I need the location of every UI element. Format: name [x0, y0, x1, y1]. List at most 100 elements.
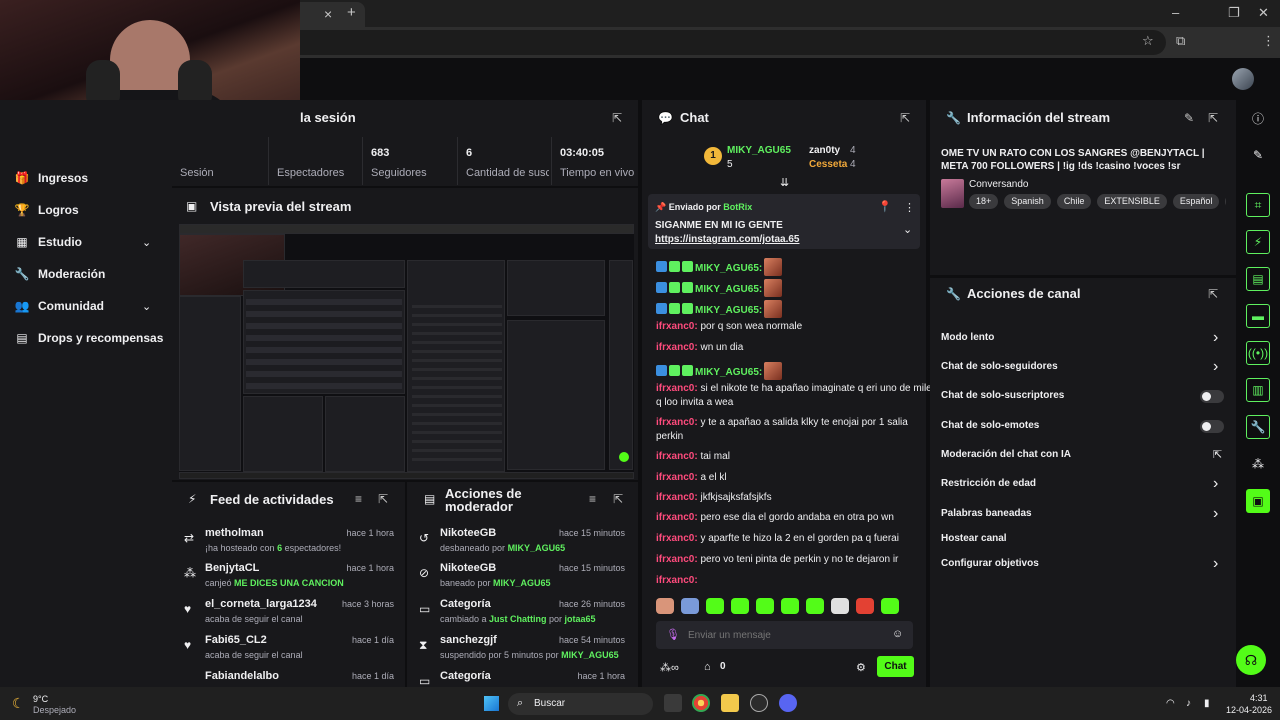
chat-input-box[interactable]: 🎙 ☺ [656, 621, 913, 649]
mod-action-item[interactable]: ▭ Categoría hace 26 minutos cambiado a J… [411, 598, 633, 632]
mod-action-item[interactable]: ▭ Categoría hace 1 hora [411, 670, 633, 686]
stream-tag[interactable]: Español [1172, 194, 1220, 209]
external-link-icon[interactable]: ⇱ [1213, 448, 1222, 461]
chat-username[interactable]: ifrxanc0: [656, 554, 698, 565]
popout-icon[interactable]: ⇱ [378, 492, 388, 506]
chat-message[interactable]: MIKY_AGU65: [656, 279, 783, 297]
wrench-icon[interactable]: 🔧 [1246, 415, 1270, 439]
sidebar-item-ingresos[interactable]: 🎁 Ingresos [14, 168, 89, 188]
stream-preview[interactable] [179, 224, 634, 479]
chat-username[interactable]: ifrxanc0: [656, 575, 698, 586]
volume-icon[interactable]: ♪ [1186, 698, 1191, 709]
chat-username[interactable]: ifrxanc0: [656, 492, 698, 503]
pinned-link[interactable]: https://instagram.com/jotaa.65 [655, 234, 799, 245]
clipboard-icon[interactable]: ▤ [1246, 267, 1270, 291]
chat-message[interactable]: ifrxanc0: y te a apañao a salida klky te… [656, 417, 908, 428]
channel-action-item[interactable]: Modo lento [941, 332, 994, 343]
chat-message[interactable]: MIKY_AGU65: [656, 362, 783, 380]
chat-message[interactable]: ifrxanc0: pero vo teni pinta de perkin y… [656, 554, 898, 565]
hype-icon[interactable]: ⁂∞ [660, 661, 679, 674]
chat-message[interactable]: ifrxanc0: pero ese dia el gordo andaba e… [656, 512, 894, 523]
popout-icon[interactable]: ⇱ [900, 111, 910, 125]
chevron-right-icon[interactable]: › [1213, 555, 1218, 573]
emote-picker-icon[interactable] [731, 598, 749, 614]
task-view-icon[interactable] [664, 694, 682, 712]
chat-message[interactable]: perkin [656, 431, 683, 442]
stream-tag[interactable]: EXTENSIBLE [1097, 194, 1167, 209]
chat-username[interactable]: MIKY_AGU65: [695, 263, 762, 274]
stream-tag[interactable]: 18+ [969, 194, 999, 209]
obs-icon[interactable] [750, 694, 768, 712]
channel-action-item[interactable]: Hostear canal [941, 533, 1007, 544]
chat-username[interactable]: MIKY_AGU65: [695, 284, 762, 295]
mod-action-item[interactable]: ↺ NikoteeGB hace 15 minutos desbaneado p… [411, 527, 633, 561]
emote-picker-icon[interactable] [831, 598, 849, 614]
chat-settings-icon[interactable]: ⚙ [856, 661, 866, 674]
battery-icon[interactable]: ▮ [1204, 698, 1210, 709]
stream-tag[interactable]: Chile [1056, 194, 1092, 209]
leaderboard-second-name[interactable]: zan0ty [809, 145, 840, 156]
edit-pencil-icon[interactable]: ✎ [1246, 143, 1270, 167]
popout-icon[interactable]: ⇱ [1208, 111, 1218, 125]
emote-picker-icon[interactable] [656, 598, 674, 614]
stream-tag[interactable]: c [1225, 194, 1226, 209]
chat-username[interactable]: ifrxanc0: [656, 472, 698, 483]
feed-item[interactable]: ⁂ BenjytaCL hace 1 hora canjeó ME DICES … [176, 562, 402, 596]
sidebar-item-logros[interactable]: 🏆 Logros [14, 200, 79, 220]
help-headset-icon[interactable]: ☊ [1236, 645, 1266, 675]
broadcast-icon[interactable]: ((•)) [1246, 341, 1270, 365]
feed-item[interactable]: ♥ Fabi65_CL2 hace 1 día acaba de seguir … [176, 634, 402, 668]
close-window-icon[interactable]: ✕ [1258, 5, 1269, 21]
emote-picker-icon[interactable] [681, 598, 699, 614]
chat-username[interactable]: ifrxanc0: [656, 342, 698, 353]
emote-picker-icon[interactable] [856, 598, 874, 614]
channel-action-item[interactable]: Chat de solo-emotes [941, 420, 1039, 431]
channel-action-item[interactable]: Chat de solo-seguidores [941, 361, 1058, 372]
emote-picker-icon[interactable] [781, 598, 799, 614]
extensions-icon[interactable]: ⧉ [1176, 33, 1185, 49]
crop-icon[interactable]: ⌗ [1246, 193, 1270, 217]
chevron-down-icon[interactable]: ⌄ [142, 300, 151, 313]
mod-action-item[interactable]: ⊘ NikoteeGB hace 15 minutos baneado por … [411, 562, 633, 596]
chat-message[interactable]: ifrxanc0: y aparfte te hizo la 2 en el g… [656, 533, 899, 544]
toggle-switch[interactable] [1200, 420, 1224, 433]
new-tab-icon[interactable]: + [347, 4, 356, 21]
chevron-down-icon[interactable]: ⌄ [903, 223, 912, 236]
feed-item[interactable]: ⇄ metholman hace 1 hora ¡ha hosteado con… [176, 527, 402, 561]
send-chat-button[interactable]: Chat [877, 656, 914, 677]
minimize-icon[interactable]: – [1172, 5, 1179, 20]
chat-message[interactable]: q loo invita a wea [656, 397, 733, 408]
discord-icon[interactable] [779, 694, 797, 712]
chat-message[interactable]: ifrxanc0: si el nikote te ha apañao imag… [656, 383, 932, 394]
expand-leaderboard-icon[interactable]: ⇊ [780, 176, 789, 189]
filter-icon[interactable]: ≡ [355, 492, 362, 506]
chat-message[interactable]: ifrxanc0: por q son wea normale [656, 321, 802, 332]
chrome-icon[interactable] [692, 694, 710, 712]
sidebar-item-moderacion[interactable]: 🔧 Moderación [14, 264, 106, 284]
store-icon[interactable]: ⌂ [704, 661, 711, 673]
emote-picker-icon[interactable] [756, 598, 774, 614]
weather-moon-icon[interactable]: ☾ [12, 695, 25, 712]
chat-message[interactable]: ifrxanc0: wn un dia [656, 342, 743, 353]
channel-action-item[interactable]: Chat de solo-suscriptores [941, 390, 1064, 401]
file-explorer-icon[interactable] [721, 694, 739, 712]
mic-icon[interactable]: 🎙 [666, 628, 680, 641]
url-input[interactable] [160, 30, 1166, 55]
sidebar-item-comunidad[interactable]: 👥 Comunidad [14, 296, 104, 316]
mod-action-item[interactable]: ⧗ sanchezgjf hace 54 minutos suspendido … [411, 634, 633, 668]
taskbar-search[interactable]: ⌕ Buscar [508, 693, 653, 715]
channel-action-item[interactable]: Restricción de edad [941, 478, 1036, 489]
chat-username[interactable]: ifrxanc0: [656, 451, 698, 462]
unpin-icon[interactable]: 📍 [878, 200, 892, 213]
chat-username[interactable]: ifrxanc0: [656, 512, 698, 523]
chevron-down-icon[interactable]: ⌄ [142, 236, 151, 249]
pinned-message[interactable]: 📌 Enviado por BotRix SIGANME EN MI IG GE… [648, 194, 920, 249]
filter-icon[interactable]: ≡ [589, 492, 596, 506]
chat-username[interactable]: ifrxanc0: [656, 321, 698, 332]
channel-action-item[interactable]: Moderación del chat con IA [941, 449, 1071, 460]
feed-item[interactable]: ♥ el_corneta_larga1234 hace 3 horas acab… [176, 598, 402, 632]
chat-username[interactable]: ifrxanc0: [656, 533, 698, 544]
emote-picker-icon[interactable] [806, 598, 824, 614]
bookmark-star-icon[interactable]: ☆ [1142, 33, 1154, 49]
chat-message[interactable]: ifrxanc0: jkfkjsajksfafsjkfs [656, 492, 772, 503]
